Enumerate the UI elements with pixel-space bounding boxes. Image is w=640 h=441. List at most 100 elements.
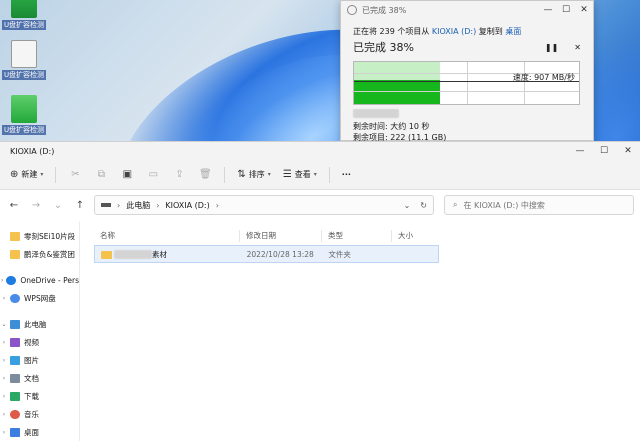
- sidebar-item-label: 图片: [24, 355, 39, 365]
- window-title: KIOXIA (D:): [10, 146, 55, 156]
- view-button[interactable]: ☰ 查看 ▾: [279, 165, 321, 185]
- plus-circle-icon: ⊕: [10, 169, 19, 180]
- delete-icon[interactable]: 🗑: [194, 169, 216, 180]
- breadcrumb-drive[interactable]: KIOXIA (D:): [165, 201, 209, 210]
- cut-icon[interactable]: ✂: [64, 169, 86, 180]
- maximize-button[interactable]: ☐: [557, 5, 575, 15]
- transfer-speed-graph: 速度: 907 MB/秒: [353, 61, 580, 105]
- rename-icon[interactable]: ▭: [142, 169, 164, 180]
- desktop-icon[interactable]: U盘扩容检测: [2, 0, 46, 30]
- picture-icon: [10, 355, 20, 365]
- cloud-icon: [10, 293, 20, 303]
- up-arrow-icon[interactable]: ↑: [72, 200, 88, 211]
- sidebar-item-label: 下载: [24, 391, 39, 401]
- chevron-right-icon[interactable]: ›: [0, 357, 8, 364]
- sidebar-item-label: 视频: [24, 337, 39, 347]
- sidebar-item-pictures[interactable]: › 图片: [0, 351, 79, 369]
- chevron-right-icon[interactable]: ›: [0, 411, 8, 418]
- type-cell: 文件夹: [328, 249, 351, 259]
- sidebar-item-quick[interactable]: 零刻SEi10片段: [0, 227, 79, 245]
- sidebar-item-onedrive[interactable]: › OneDrive - Pers: [0, 271, 79, 289]
- file-explorer-window: KIOXIA (D:) — ☐ ✕ ⊕ 新建 ▾ ✂ ⧉ ▣ ▭ ⇪ 🗑 ⇅ 排…: [0, 141, 640, 441]
- chevron-right-icon[interactable]: ›: [0, 429, 8, 436]
- search-icon: ⌕: [453, 200, 458, 209]
- chevron-right-icon[interactable]: ›: [0, 339, 8, 346]
- breadcrumb-separator: ›: [117, 200, 121, 210]
- minimize-button[interactable]: —: [539, 5, 557, 15]
- new-button[interactable]: ⊕ 新建 ▾: [6, 165, 47, 185]
- breadcrumb-separator: ›: [215, 200, 219, 210]
- status-prefix: 正在将 239 个项目从: [353, 27, 430, 36]
- address-bar[interactable]: › 此电脑 › KIOXIA (D:) › ⌄ ↻: [94, 195, 434, 215]
- table-row[interactable]: 素材 2022/10/28 13:28 文件夹: [94, 245, 439, 263]
- file-name-suffix: 素材: [152, 249, 167, 259]
- search-placeholder: 在 KIOXIA (D:) 中搜索: [463, 200, 545, 210]
- sidebar-item-this-pc[interactable]: ⌄ 此电脑: [0, 315, 79, 333]
- chevron-right-icon[interactable]: ›: [0, 393, 8, 400]
- sort-button[interactable]: ⇅ 排序 ▾: [233, 165, 274, 185]
- sidebar-item-music[interactable]: › 音乐: [0, 405, 79, 423]
- pause-button[interactable]: ❚❚: [545, 43, 558, 52]
- close-button[interactable]: ✕: [616, 146, 640, 156]
- share-icon[interactable]: ⇪: [168, 169, 190, 180]
- search-input[interactable]: ⌕ 在 KIOXIA (D:) 中搜索: [444, 195, 634, 215]
- more-button[interactable]: ···: [338, 165, 355, 185]
- back-arrow-icon[interactable]: ←: [6, 200, 22, 211]
- column-header-name[interactable]: 名称: [94, 230, 240, 242]
- chevron-down-icon: ▾: [313, 171, 317, 178]
- column-header-size[interactable]: 大小: [392, 230, 438, 242]
- divider: [328, 166, 330, 183]
- sidebar-item-videos[interactable]: › 视频: [0, 333, 79, 351]
- copy-icon[interactable]: ⧉: [90, 169, 112, 180]
- column-header-modified[interactable]: 修改日期: [240, 230, 322, 242]
- sidebar-item-label: 桌面: [24, 427, 39, 437]
- chevron-down-icon[interactable]: ⌄: [50, 200, 66, 211]
- sidebar-item-downloads[interactable]: › 下载: [0, 387, 79, 405]
- destination-link[interactable]: 桌面: [505, 27, 521, 36]
- maximize-button[interactable]: ☐: [592, 146, 616, 156]
- refresh-icon[interactable]: ↻: [420, 201, 427, 210]
- chevron-right-icon[interactable]: ›: [0, 375, 8, 382]
- sidebar-item-documents[interactable]: › 文档: [0, 369, 79, 387]
- navigation-pane: 零刻SEi10片段 鹏泽负&鉴赏团 › OneDrive - Pers › WP…: [0, 221, 80, 441]
- paste-icon[interactable]: ▣: [116, 169, 138, 180]
- speed-bar: [354, 80, 440, 104]
- chevron-right-icon[interactable]: ›: [0, 277, 4, 284]
- drive-icon: [101, 203, 111, 207]
- source-link[interactable]: KIOXIA (D:): [432, 27, 476, 36]
- file-icon: [11, 40, 37, 68]
- column-header-type[interactable]: 类型: [322, 230, 392, 242]
- chevron-down-icon[interactable]: ⌄: [0, 321, 8, 328]
- cancel-button[interactable]: ✕: [574, 43, 581, 52]
- app-icon: [11, 0, 37, 18]
- sidebar-item-wps[interactable]: › WPS网盘: [0, 289, 79, 307]
- explorer-body: 零刻SEi10片段 鹏泽负&鉴赏团 › OneDrive - Pers › WP…: [0, 221, 640, 441]
- desktop-icon[interactable]: U盘扩容检测: [2, 95, 46, 135]
- desktop-icon[interactable]: U盘扩容检测: [2, 40, 46, 80]
- divider: [224, 166, 226, 183]
- chevron-down-icon[interactable]: ⌄: [404, 201, 411, 210]
- explorer-titlebar: KIOXIA (D:) — ☐ ✕: [0, 142, 640, 160]
- copy-status-line: 正在将 239 个项目从 KIOXIA (D:) 复制到 桌面: [341, 19, 593, 37]
- sidebar-item-label: WPS网盘: [24, 293, 56, 303]
- copy-progress-dialog: 已完成 38% — ☐ ✕ 正在将 239 个项目从 KIOXIA (D:) 复…: [340, 0, 594, 142]
- forward-arrow-icon[interactable]: →: [28, 200, 44, 211]
- divider: [55, 166, 57, 183]
- sidebar-item-quick[interactable]: 鹏泽负&鉴赏团: [0, 245, 79, 263]
- music-icon: [10, 409, 20, 419]
- sidebar-item-desktop[interactable]: › 桌面: [0, 423, 79, 441]
- sidebar-item-label: 零刻SEi10片段: [24, 231, 76, 241]
- sidebar-item-label: 鹏泽负&鉴赏团: [24, 249, 75, 259]
- breadcrumb-this-pc[interactable]: 此电脑: [126, 200, 150, 211]
- modified-cell: 2022/10/28 13:28: [246, 249, 314, 259]
- breadcrumb-separator: ›: [156, 200, 160, 210]
- file-name-cell: 素材: [95, 249, 241, 260]
- minimize-button[interactable]: —: [568, 146, 592, 156]
- file-name: [353, 109, 399, 118]
- close-button[interactable]: ✕: [575, 5, 593, 15]
- status-mid: 复制到: [478, 27, 503, 36]
- desktop-icon-label: U盘扩容检测: [2, 70, 46, 80]
- grid-line: [524, 62, 525, 104]
- chevron-right-icon[interactable]: ›: [0, 295, 8, 302]
- dialog-titlebar: 已完成 38% — ☐ ✕: [341, 1, 593, 19]
